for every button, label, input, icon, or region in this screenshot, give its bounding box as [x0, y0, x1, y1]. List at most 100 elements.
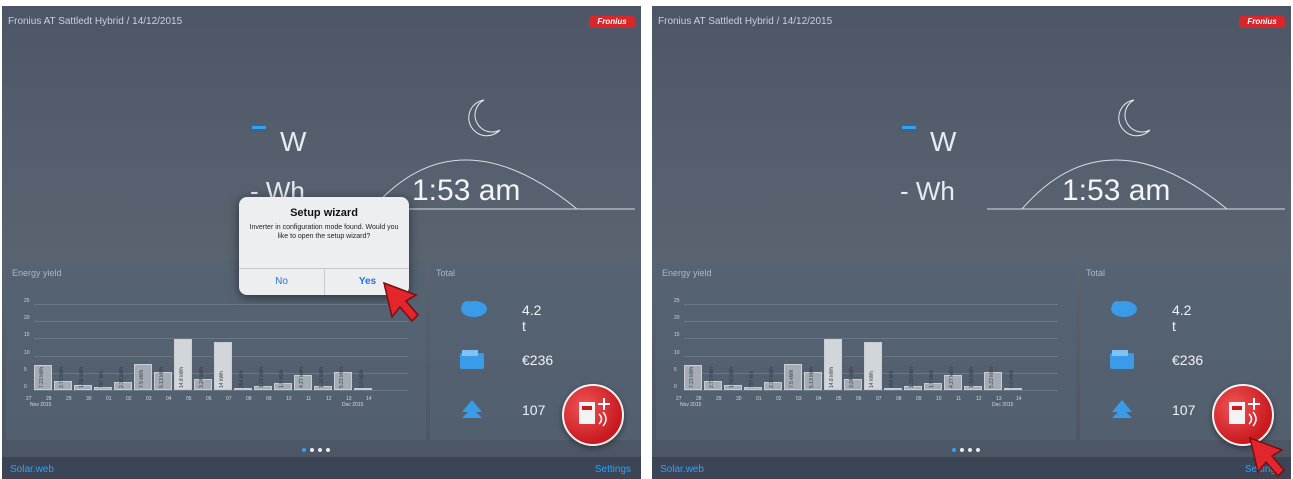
fronius-logo: Fronius	[1239, 16, 1285, 28]
chart-x-tick: 29	[716, 396, 722, 402]
chart-x-tick: 30	[736, 396, 742, 402]
chart-bar-label: 2.73 kWh	[59, 366, 65, 388]
page-dot-4[interactable]	[976, 448, 980, 452]
chart-x-tick: 29	[66, 396, 72, 402]
chart-bar-label: 1.56 kWh	[79, 366, 85, 388]
page-dot-2[interactable]	[310, 448, 314, 452]
page-title: Fronius AT Sattledt Hybrid / 14/12/2015	[658, 16, 833, 27]
chart-x-tick: 06	[206, 396, 212, 402]
chart-bar-label: 354 Wh	[239, 370, 245, 388]
chart-x-tick: 11	[956, 396, 962, 402]
page-dot-1[interactable]	[302, 448, 306, 452]
co2-cloud-icon	[461, 301, 487, 317]
chart-bar-label: 7.5 kWh	[139, 369, 145, 388]
energy-yield-title: Energy yield	[12, 268, 62, 278]
chart-bar[interactable]	[234, 388, 252, 390]
solarweb-link[interactable]: Solar.web	[10, 464, 54, 475]
chart-x-sublabel-right: Dec 2015	[342, 402, 364, 408]
chart-x-tick: 01	[106, 396, 112, 402]
chart-bar-label: 14.8 kWh	[179, 366, 185, 388]
chart-y-tick: 10	[674, 349, 680, 356]
power-value-dash	[902, 126, 916, 129]
total-co2-value: 4.2 t	[522, 302, 542, 334]
chart-x-tick: 14	[366, 396, 372, 402]
chart-bar-label: 1.29 kWh	[909, 366, 915, 388]
no-button[interactable]: No	[239, 269, 324, 295]
header-bar: Fronius AT Sattledt Hybrid / 14/12/2015 …	[652, 6, 1291, 34]
total-earnings-row: €236	[458, 348, 553, 373]
energy-yield-title: Energy yield	[662, 268, 712, 278]
page-dot-3[interactable]	[318, 448, 322, 452]
chart-gridline	[34, 304, 408, 305]
chart-bar-label: 1.56 kWh	[729, 366, 735, 388]
chart-y-tick: 25	[24, 298, 30, 304]
moon-icon	[1118, 99, 1151, 137]
chart-y-tick: 20	[24, 315, 30, 322]
total-title: Total	[1086, 268, 1106, 278]
chart-x-tick: 01	[756, 396, 762, 402]
total-trees-value: 107	[522, 402, 546, 418]
chart-y-tick: 5	[674, 366, 677, 373]
clock-display: 1:53 am	[412, 174, 521, 207]
chart-bar[interactable]	[884, 388, 902, 390]
chart-y-tick: 0	[674, 384, 677, 390]
chart-x-tick: 07	[876, 396, 882, 402]
chart-x-tick: 02	[776, 396, 782, 402]
energy-today: - Wh	[900, 176, 955, 206]
chart-x-tick: 05	[186, 396, 192, 402]
chart-bar[interactable]	[354, 388, 372, 390]
chart-x-tick: 04	[816, 396, 822, 402]
chart-gridline	[34, 338, 408, 340]
chart-x-sublabel-left: Nov 2015	[30, 402, 52, 408]
chart-bar-label: 14.8 kWh	[829, 366, 835, 388]
chart-bar-label: 354 Wh	[889, 370, 895, 388]
power-value-dash	[252, 126, 266, 129]
chart-x-tick: 10	[936, 396, 942, 402]
chart-bar[interactable]	[1004, 388, 1022, 390]
chart-bar-label: 14 kWh	[219, 371, 225, 388]
total-trees-value: 107	[1172, 402, 1196, 418]
wallet-icon	[460, 350, 484, 369]
add-inverter-button[interactable]	[562, 384, 624, 446]
chart-bar-label: 2.36 kWh	[119, 366, 125, 388]
solarweb-link[interactable]: Solar.web	[660, 464, 704, 475]
chart-x-tick: 03	[796, 396, 802, 402]
chart-y-tick: 15	[24, 332, 30, 339]
footer-bar: Solar.web Settings	[2, 457, 641, 479]
chart-x-tick: 05	[836, 396, 842, 402]
dialog-title: Setup wizard	[290, 207, 358, 219]
inverter-wifi-icon	[579, 398, 610, 427]
page-dot-3[interactable]	[968, 448, 972, 452]
chart-bar-label: 4.27 kWh	[949, 366, 955, 388]
chart-y-tick: 25	[674, 298, 680, 304]
chart-x-tick: 02	[126, 396, 132, 402]
chart-bar-label: 797 Wh	[749, 370, 755, 388]
chart-gridline	[684, 321, 1058, 323]
chart-x-sublabel-right: Dec 2015	[992, 402, 1014, 408]
dialog-message: Inverter in configuration mode found. Wo…	[249, 224, 399, 240]
chart-x-tick: 12	[976, 396, 982, 402]
chart-x-tick: 06	[856, 396, 862, 402]
chart-bar-label: 0.0 kWh	[359, 369, 365, 388]
wallet-icon	[1110, 350, 1134, 369]
chart-bar-label: 2.36 kWh	[769, 366, 775, 388]
chart-gridline	[684, 390, 1058, 391]
page-indicator[interactable]	[300, 445, 332, 454]
settings-link[interactable]: Settings	[595, 464, 631, 475]
chart-bar-label: 1.9 kWh	[279, 369, 285, 388]
total-co2-row: 4.2 t	[458, 298, 541, 334]
page-indicator[interactable]	[950, 445, 982, 454]
co2-cloud-icon	[1111, 301, 1137, 317]
energy-yield-panel[interactable]: Energy yield 25 20 15 10 5 0 7.23 kWh 2.73 kWh 1…	[656, 260, 1076, 440]
page-dot-4[interactable]	[326, 448, 330, 452]
page-dot-2[interactable]	[960, 448, 964, 452]
chart-x-tick: 12	[326, 396, 332, 402]
chart-bar-label: 5.23 kWh	[339, 366, 345, 388]
chart-x-tick: 30	[86, 396, 92, 402]
total-trees-row: 107	[1108, 398, 1195, 423]
chart-y-tick: 5	[24, 366, 27, 373]
page-dot-1[interactable]	[952, 448, 956, 452]
moon-icon	[468, 99, 501, 137]
chart-x-tick: 07	[226, 396, 232, 402]
tree-icon	[462, 400, 482, 418]
